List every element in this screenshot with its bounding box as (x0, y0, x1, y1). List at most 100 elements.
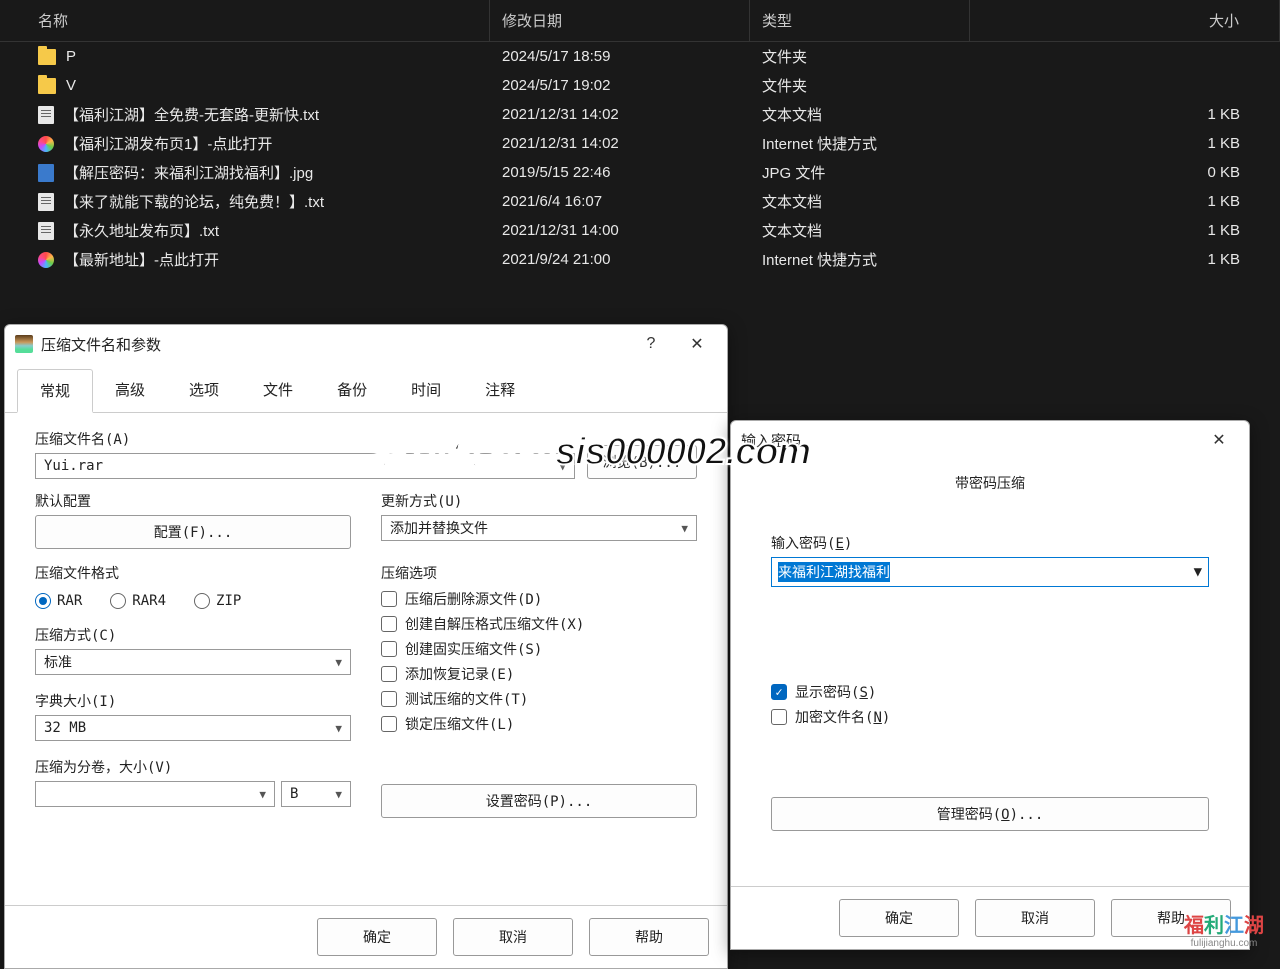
option-label: 创建自解压格式压缩文件(X) (405, 614, 584, 634)
tab-时间[interactable]: 时间 (389, 369, 463, 412)
filename-input[interactable]: Yui.rar ▼ (35, 453, 575, 479)
file-row[interactable]: 【福利江湖】全免费-无套路-更新快.txt 2021/12/31 14:02 文… (0, 100, 1280, 129)
organize-passwords-button[interactable]: 管理密码(O)... (771, 797, 1209, 831)
dictionary-size-select[interactable]: 32 MB ▼ (35, 715, 351, 741)
brand-watermark: 福利江湖 fulijianghu.com (1184, 909, 1264, 949)
file-row[interactable]: 【解压密码：来福利江湖找福利】.jpg 2019/5/15 22:46 JPG … (0, 158, 1280, 187)
file-date: 2024/5/17 19:02 (490, 77, 750, 94)
option-checkbox[interactable] (381, 666, 397, 682)
file-name: 【最新地址】-点此打开 (64, 249, 219, 270)
tab-文件[interactable]: 文件 (241, 369, 315, 412)
archive-dialog-titlebar[interactable]: 压缩文件名和参数 ? ✕ (5, 325, 727, 363)
file-row[interactable]: 【来了就能下载的论坛，纯免费！】.txt 2021/6/4 16:07 文本文档… (0, 187, 1280, 216)
file-row[interactable]: P 2024/5/17 18:59 文件夹 (0, 42, 1280, 71)
split-label: 压缩为分卷，大小(V) (35, 757, 351, 777)
column-header-type[interactable]: 类型 (750, 0, 970, 41)
password-dialog-title: 输入密码 (741, 430, 801, 451)
compression-method-select[interactable]: 标准 ▼ (35, 649, 351, 675)
folder-icon (38, 49, 56, 65)
file-date: 2021/12/31 14:02 (490, 135, 750, 152)
password-dialog-footer: 确定 取消 帮助 (731, 886, 1249, 949)
archive-dialog-footer: 确定 取消 帮助 (5, 905, 727, 968)
file-type: Internet 快捷方式 (750, 133, 970, 154)
tab-注释[interactable]: 注释 (463, 369, 537, 412)
tab-选项[interactable]: 选项 (167, 369, 241, 412)
option-label: 锁定压缩文件(L) (405, 714, 514, 734)
option-checkbox-row[interactable]: 添加恢复记录(E) (381, 664, 697, 684)
option-checkbox[interactable] (381, 641, 397, 657)
txt-icon (38, 222, 54, 240)
file-size: 1 KB (970, 222, 1280, 239)
chevron-down-icon: ▼ (335, 656, 342, 669)
archive-help-button[interactable]: 帮助 (589, 918, 709, 956)
option-checkbox-row[interactable]: 创建自解压格式压缩文件(X) (381, 614, 697, 634)
option-checkbox-row[interactable]: 锁定压缩文件(L) (381, 714, 697, 734)
split-size-input[interactable]: ▼ (35, 781, 275, 807)
show-password-checkbox[interactable] (771, 684, 787, 700)
file-type: 文件夹 (750, 75, 970, 96)
set-password-button[interactable]: 设置密码(P)... (381, 784, 697, 818)
option-checkbox[interactable] (381, 616, 397, 632)
default-profile-label: 默认配置 (35, 491, 351, 511)
dict-label: 字典大小(I) (35, 691, 351, 711)
chevron-down-icon: ▼ (259, 788, 266, 801)
format-label: 压缩文件格式 (35, 563, 351, 583)
file-type: 文本文档 (750, 104, 970, 125)
option-checkbox[interactable] (381, 716, 397, 732)
option-checkbox[interactable] (381, 691, 397, 707)
profile-button[interactable]: 配置(F)... (35, 515, 351, 549)
file-type: Internet 快捷方式 (750, 249, 970, 270)
titlebar-close-button[interactable]: ✕ (677, 331, 717, 357)
browse-button[interactable]: 浏览(B)... (587, 445, 697, 479)
file-name: 【福利江湖发布页1】-点此打开 (64, 133, 272, 154)
column-header-name[interactable]: 名称 (0, 0, 490, 41)
tab-常规[interactable]: 常规 (17, 369, 93, 413)
option-checkbox[interactable] (381, 591, 397, 607)
file-row[interactable]: V 2024/5/17 19:02 文件夹 (0, 71, 1280, 100)
file-row[interactable]: 【永久地址发布页】.txt 2021/12/31 14:00 文本文档 1 KB (0, 216, 1280, 245)
txt-icon (38, 106, 54, 124)
file-date: 2019/5/15 22:46 (490, 164, 750, 181)
archive-dialog: 压缩文件名和参数 ? ✕ 常规高级选项文件备份时间注释 压缩文件名(A) Yui… (4, 324, 728, 969)
filename-label: 压缩文件名(A) (35, 429, 575, 449)
show-password-label: 显示密码(S) (795, 682, 876, 702)
password-cancel-button[interactable]: 取消 (975, 899, 1095, 937)
file-date: 2021/9/24 21:00 (490, 251, 750, 268)
option-label: 测试压缩的文件(T) (405, 689, 528, 709)
tab-高级[interactable]: 高级 (93, 369, 167, 412)
update-mode-label: 更新方式(U) (381, 491, 697, 511)
archive-cancel-button[interactable]: 取消 (453, 918, 573, 956)
password-ok-button[interactable]: 确定 (839, 899, 959, 937)
radio-rar[interactable]: RAR (35, 593, 82, 609)
file-name: V (66, 77, 76, 94)
password-dialog-titlebar[interactable]: 输入密码 ✕ (731, 421, 1249, 459)
tab-备份[interactable]: 备份 (315, 369, 389, 412)
file-date: 2021/6/4 16:07 (490, 193, 750, 210)
split-unit-select[interactable]: B ▼ (281, 781, 351, 807)
file-row[interactable]: 【福利江湖发布页1】-点此打开 2021/12/31 14:02 Interne… (0, 129, 1280, 158)
encrypt-names-checkbox[interactable] (771, 709, 787, 725)
option-checkbox-row[interactable]: 压缩后删除源文件(D) (381, 589, 697, 609)
file-row[interactable]: 【最新地址】-点此打开 2021/9/24 21:00 Internet 快捷方… (0, 245, 1280, 274)
method-label: 压缩方式(C) (35, 625, 351, 645)
radio-rar4[interactable]: RAR4 (110, 593, 166, 609)
enter-password-label: 输入密码(E) (771, 533, 1209, 553)
update-mode-select[interactable]: 添加并替换文件 ▼ (381, 515, 697, 541)
file-date: 2021/12/31 14:00 (490, 222, 750, 239)
show-password-checkbox-row[interactable]: 显示密码(S) (771, 682, 1209, 702)
password-dialog-close-button[interactable]: ✕ (1199, 427, 1239, 453)
file-date: 2021/12/31 14:02 (490, 106, 750, 123)
option-label: 压缩后删除源文件(D) (405, 589, 542, 609)
archive-ok-button[interactable]: 确定 (317, 918, 437, 956)
column-header-date[interactable]: 修改日期 (490, 0, 750, 41)
titlebar-help-button[interactable]: ? (631, 331, 671, 357)
encrypt-names-checkbox-row[interactable]: 加密文件名(N) (771, 707, 1209, 727)
radio-zip[interactable]: ZIP (194, 593, 241, 609)
column-header-size[interactable]: 大小 (970, 0, 1280, 41)
chevron-down-icon: ▼ (335, 788, 342, 801)
encrypt-names-label: 加密文件名(N) (795, 707, 890, 727)
password-input[interactable]: 来福利江湖找福利 ▼ (771, 557, 1209, 587)
option-checkbox-row[interactable]: 测试压缩的文件(T) (381, 689, 697, 709)
file-name: 【解压密码：来福利江湖找福利】.jpg (64, 162, 313, 183)
option-checkbox-row[interactable]: 创建固实压缩文件(S) (381, 639, 697, 659)
